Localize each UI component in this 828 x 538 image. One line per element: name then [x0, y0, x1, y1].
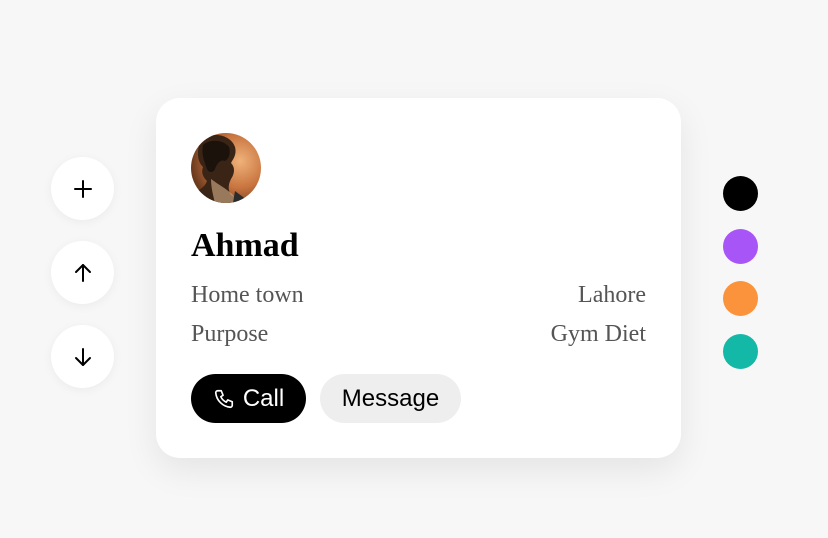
detail-value: Gym Diet	[550, 321, 646, 347]
move-up-button[interactable]	[51, 241, 114, 304]
swatch-orange[interactable]	[723, 281, 758, 316]
call-button[interactable]: Call	[191, 374, 306, 423]
arrow-up-icon	[74, 263, 91, 282]
avatar	[191, 133, 261, 203]
avatar-photo	[191, 133, 261, 203]
phone-icon	[214, 389, 233, 408]
swatch-purple[interactable]	[723, 229, 758, 264]
detail-value: Lahore	[578, 282, 646, 308]
message-label: Message	[341, 384, 440, 412]
swatch-black[interactable]	[723, 176, 758, 211]
arrow-down-icon	[74, 347, 91, 366]
swatch-teal[interactable]	[723, 334, 758, 369]
detail-row-hometown: Home town Lahore	[191, 280, 646, 310]
detail-label: Home town	[191, 282, 304, 308]
card-actions: Call Message	[191, 374, 461, 423]
detail-row-purpose: Purpose Gym Diet	[191, 319, 646, 349]
detail-label: Purpose	[191, 321, 269, 347]
profile-card: Ahmad Home town Lahore Purpose Gym Diet …	[156, 98, 681, 458]
add-button[interactable]	[51, 157, 114, 220]
move-down-button[interactable]	[51, 325, 114, 388]
profile-name: Ahmad	[191, 227, 299, 264]
message-button[interactable]: Message	[320, 374, 461, 423]
plus-icon	[73, 179, 92, 198]
call-label: Call	[242, 384, 285, 412]
